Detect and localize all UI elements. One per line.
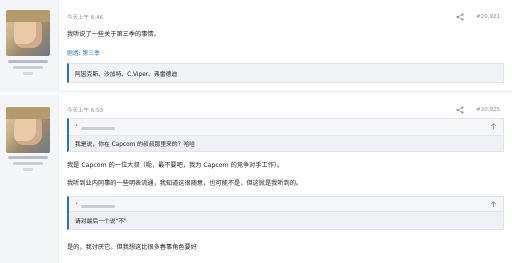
spoiler-text: 阿因克斯、沙加特、C.Viper、弗雷德迪 xyxy=(75,71,178,78)
post-text: 我听说了一些关于第三季的事情。 xyxy=(67,31,160,38)
post-meta: 今天上午 6:53 #20,925 xyxy=(67,106,500,118)
author-title-redacted xyxy=(13,162,43,165)
post-20921: 今天上午 6:46 #20,921 我听说了一些关于第三季的事情。 剧透: 第三… xyxy=(0,0,512,92)
quote-text: 请对最后一个说"不" xyxy=(69,211,503,229)
quote-marker-icon: • xyxy=(75,201,79,207)
quote-text: 我是说，你在 Capcom 的叔叔那里来的？哈哈 xyxy=(69,135,503,151)
post-20925: 今天上午 6:53 #20,925 • 我是说，你在 Capcom 的叔叔那里来… xyxy=(0,95,512,263)
post-time[interactable]: 今天上午 6:46 xyxy=(67,13,103,21)
quoted-author-redacted[interactable] xyxy=(81,127,115,130)
post-text-line: 我是 Capcom 的一位大叔（呃，最不要吧，我为 Capcom 的竞争对手工作… xyxy=(67,162,284,169)
author-column xyxy=(0,95,58,263)
quote-text-content: 请对最后一个说"不" xyxy=(75,219,127,225)
author-name-redacted[interactable] xyxy=(8,156,48,159)
post-number[interactable]: #20,925 xyxy=(476,107,500,113)
post-time[interactable]: 今天上午 6:53 xyxy=(67,106,103,114)
quote-text-content: 我是说，你在 Capcom 的叔叔那里来的？哈哈 xyxy=(75,142,196,148)
share-icon[interactable] xyxy=(456,13,464,21)
quote-block: • 请对最后一个说"不" xyxy=(67,196,504,230)
author-title-redacted xyxy=(13,66,43,69)
quote-header: • xyxy=(75,123,497,133)
post-meta: 今天上午 6:46 #20,921 xyxy=(67,13,500,25)
author-column xyxy=(0,0,58,92)
go-to-quote-icon[interactable] xyxy=(490,123,497,130)
quote-marker-icon: • xyxy=(75,123,79,129)
quote-block: • 我是说，你在 Capcom 的叔叔那里来的？哈哈 xyxy=(67,118,504,152)
author-badge-redacted xyxy=(23,72,33,75)
author-name-redacted[interactable] xyxy=(8,60,48,63)
post-text-line: 是的，我讨厌它。但我想这比很多春事角色要好 xyxy=(67,244,197,251)
post-content: 今天上午 6:53 #20,925 • 我是说，你在 Capcom 的叔叔那里来… xyxy=(58,95,512,263)
spoiler-content: 阿因克斯、沙加特、C.Viper、弗雷德迪 xyxy=(67,63,504,83)
go-to-quote-icon[interactable] xyxy=(490,201,497,208)
post-number[interactable]: #20,921 xyxy=(476,14,500,20)
post-content: 今天上午 6:46 #20,921 我听说了一些关于第三季的事情。 剧透: 第三… xyxy=(58,0,512,92)
avatar[interactable] xyxy=(6,10,50,56)
post-text-line: 我听到业内同事的一些明表流通，我知道这很随意，也可能不是，但这就是我听到的。 xyxy=(67,180,303,187)
quoted-author-redacted[interactable] xyxy=(81,205,115,208)
quote-header: • xyxy=(75,201,497,211)
author-badge-redacted xyxy=(23,168,33,171)
spoiler-toggle[interactable]: 剧透: 第三季 xyxy=(67,48,100,57)
share-icon[interactable] xyxy=(456,106,464,114)
avatar[interactable] xyxy=(6,107,50,153)
